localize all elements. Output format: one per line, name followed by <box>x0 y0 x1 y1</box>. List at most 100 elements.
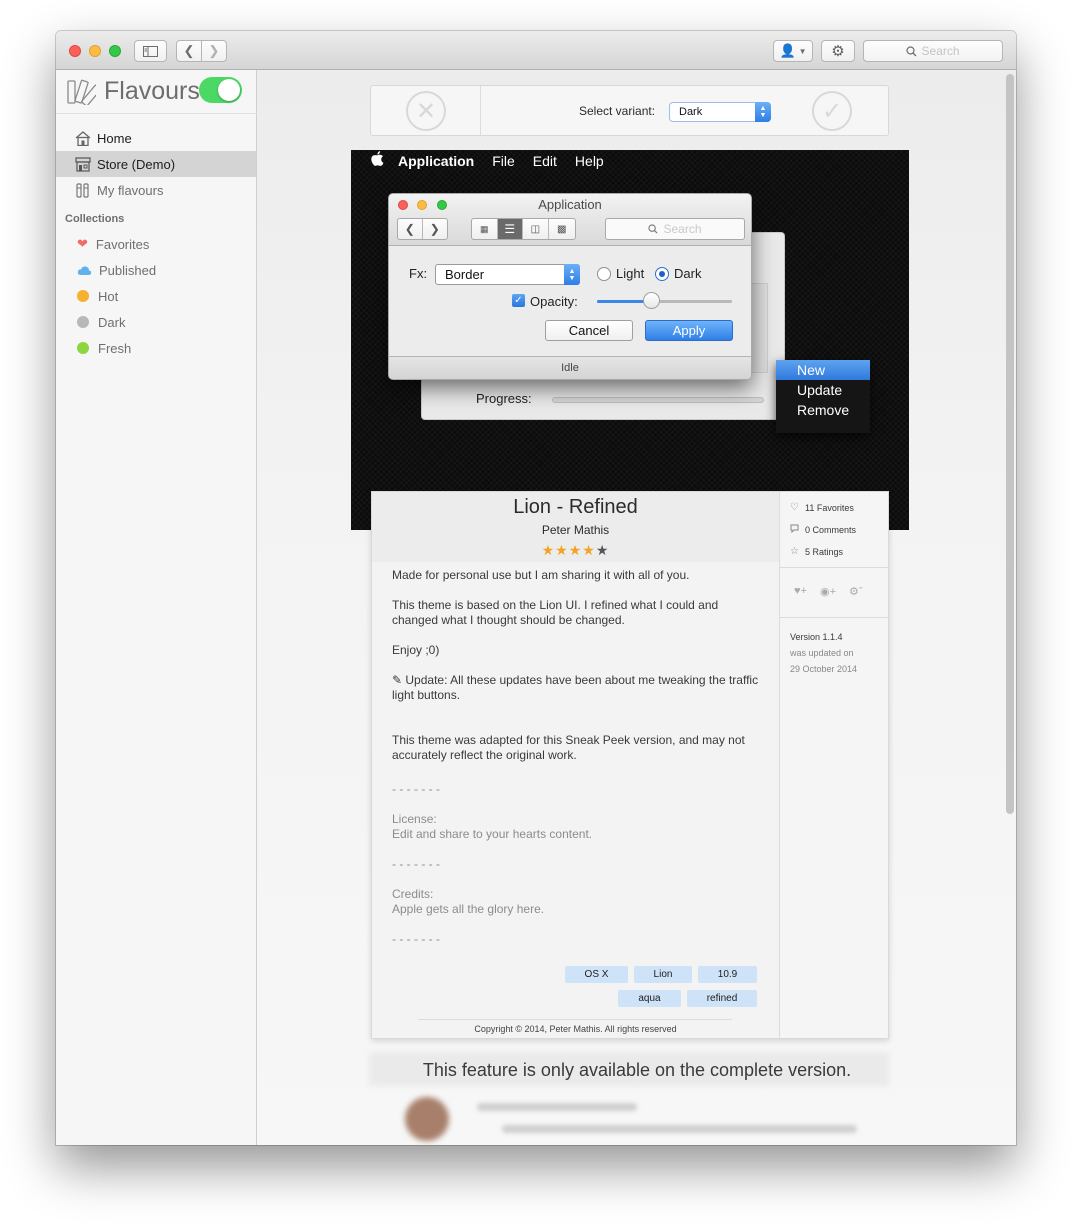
collection-item-hot[interactable]: Hot <box>56 283 256 309</box>
star-icon-half: ★ <box>595 542 610 558</box>
back-button[interactable]: ❮ <box>176 40 202 62</box>
preview-menu-edit: Edit <box>532 153 557 169</box>
description-paragraph: Made for personal use but I am sharing i… <box>392 568 690 582</box>
account-menu-button[interactable]: 👤 ▼ <box>773 40 813 62</box>
preview-window-title: Application <box>538 197 602 212</box>
license-title: License: <box>392 812 437 826</box>
close-window-button[interactable] <box>69 45 81 57</box>
search-icon <box>906 45 917 56</box>
preview-search-placeholder: Search <box>663 222 702 236</box>
preview-window: Application ❮ ❯ ▦ ☰ ◫ ▩ Search Fx: Borde… <box>388 193 752 380</box>
minimize-window-button[interactable] <box>89 45 101 57</box>
preview-search-field: Search <box>605 218 745 240</box>
settings-button[interactable]: ⚙ <box>821 40 855 62</box>
collection-item-dark[interactable]: Dark <box>56 309 256 335</box>
preview-column-view-icon: ◫ <box>523 219 549 239</box>
store-content: ✕ Select variant: Dark ▲ ▼ ✓ Application … <box>257 70 1016 1145</box>
preview-radio-dark-label: Dark <box>674 266 702 281</box>
variant-label: Select variant: <box>579 104 656 118</box>
preview-radio-light-label: Light <box>616 266 645 281</box>
app-name: Flavours <box>104 76 200 105</box>
content-scrollbar[interactable] <box>1006 74 1014 814</box>
description-paragraph: ✎ Update: All these updates have been ab… <box>392 673 762 702</box>
preview-menu-item-update: Update <box>797 382 843 398</box>
preview-view-switcher: ▦ ☰ ◫ ▩ <box>471 218 576 240</box>
store-icon <box>74 156 91 172</box>
preview-menu-file: File <box>492 153 515 169</box>
heart-icon: ❤ <box>77 236 88 251</box>
star-outline-icon: ☆ <box>790 546 799 557</box>
variant-select[interactable]: Dark ▲ ▼ <box>669 102 771 122</box>
ratings-count: ☆ 5 Ratings <box>790 546 843 557</box>
theme-settings-icon[interactable]: ⚙ˇ <box>849 585 863 598</box>
tag-osx[interactable]: OS X <box>565 966 628 983</box>
sidebar-icon <box>143 45 158 57</box>
tag-aqua[interactable]: aqua <box>618 990 681 1007</box>
collection-label: Fresh <box>98 340 132 356</box>
user-icon: 👤 <box>779 43 796 58</box>
add-comment-icon[interactable]: ◉+ <box>820 585 836 598</box>
tag-refined[interactable]: refined <box>687 990 757 1007</box>
favorites-count-text: 11 Favorites <box>805 502 854 513</box>
app-window: ❮ ❯ 👤 ▼ ⚙ Search Flavours Home Store (De… <box>56 31 1016 1145</box>
tag-lion[interactable]: Lion <box>634 966 692 983</box>
preview-radio-light: Light <box>597 266 644 281</box>
zoom-window-button[interactable] <box>109 45 121 57</box>
preview-list-view-icon: ☰ <box>497 219 524 239</box>
preview-menu-application: Application <box>398 153 475 169</box>
collection-label: Hot <box>98 288 119 304</box>
collection-label: Published <box>99 262 157 278</box>
ratings-count-text: 5 Ratings <box>805 546 844 557</box>
preview-opacity-label: Opacity: <box>530 294 578 309</box>
preview-menu-help: Help <box>574 153 604 169</box>
sidebar-item-store[interactable]: Store (Demo) <box>56 151 256 177</box>
theme-description: Made for personal use but I am sharing i… <box>392 568 762 947</box>
credits-text: Apple gets all the glory here. <box>392 902 545 916</box>
preview-chevron-left-icon: ❮ <box>398 219 423 239</box>
toggle-sidebar-button[interactable] <box>134 40 167 62</box>
collection-item-published[interactable]: Published <box>56 257 256 283</box>
palette-swatch-icon <box>67 79 96 105</box>
theme-author[interactable]: Peter Mathis <box>372 523 779 537</box>
preview-radio-dark-circle <box>655 266 669 281</box>
theme-details-card: Lion - Refined Peter Mathis ★★★★★ Made f… <box>371 491 889 1039</box>
sidebar: Flavours Home Store (Demo) My flavours C… <box>56 70 257 1145</box>
preview-grid-view-icon: ▦ <box>472 219 498 239</box>
preview-context-menu: New Update Remove <box>776 360 870 433</box>
description-paragraph: Enjoy ;0) <box>392 643 440 657</box>
collection-item-fresh[interactable]: Fresh <box>56 335 256 361</box>
comment-bubble-icon <box>790 524 801 536</box>
gear-icon: ⚙ <box>831 43 845 60</box>
favorites-count: ♡ 11 Favorites <box>790 502 854 513</box>
star-rating: ★★★★★ <box>372 542 779 559</box>
preview-fx-select: Border ▲ ▼ <box>435 264 580 285</box>
updated-label: was updated on <box>790 648 854 658</box>
collection-item-favorites[interactable]: ❤ Favorites <box>56 231 256 257</box>
theme-details-header: Lion - Refined Peter Mathis ★★★★★ <box>372 492 779 562</box>
collections-header: Collections <box>65 213 125 225</box>
collection-label: Favorites <box>95 236 150 252</box>
preview-opacity-checkbox: ✓ <box>512 294 525 307</box>
flavours-enabled-toggle[interactable] <box>199 77 242 103</box>
apply-theme-button[interactable]: ✓ <box>812 91 852 131</box>
description-separator: - - - - - - - <box>392 782 440 796</box>
comments-count: 0 Comments <box>790 524 856 536</box>
forward-button[interactable]: ❯ <box>201 40 227 62</box>
reject-button[interactable]: ✕ <box>406 91 446 131</box>
variant-bar-divider <box>480 86 481 135</box>
add-favorite-icon[interactable]: ♥+ <box>794 585 807 598</box>
sidebar-item-label: My flavours <box>97 182 164 198</box>
sidebar-item-label: Home <box>97 130 132 146</box>
updated-date: 29 October 2014 <box>790 664 858 674</box>
version-label: Version 1.1.4 <box>790 632 843 642</box>
preview-nav-buttons: ❮ ❯ <box>397 218 448 240</box>
sidebar-item-home[interactable]: Home <box>56 125 256 151</box>
preview-select-arrows-icon: ▲ ▼ <box>564 264 580 285</box>
blurred-line <box>502 1125 857 1133</box>
toolbar-search-input[interactable]: Search <box>863 40 1003 62</box>
app-brand: Flavours <box>66 76 200 106</box>
sidebar-item-my-flavours[interactable]: My flavours <box>56 177 256 203</box>
chevron-left-icon: ❮ <box>183 43 195 58</box>
collection-label: Dark <box>98 314 126 330</box>
tag-10-9[interactable]: 10.9 <box>698 966 757 983</box>
